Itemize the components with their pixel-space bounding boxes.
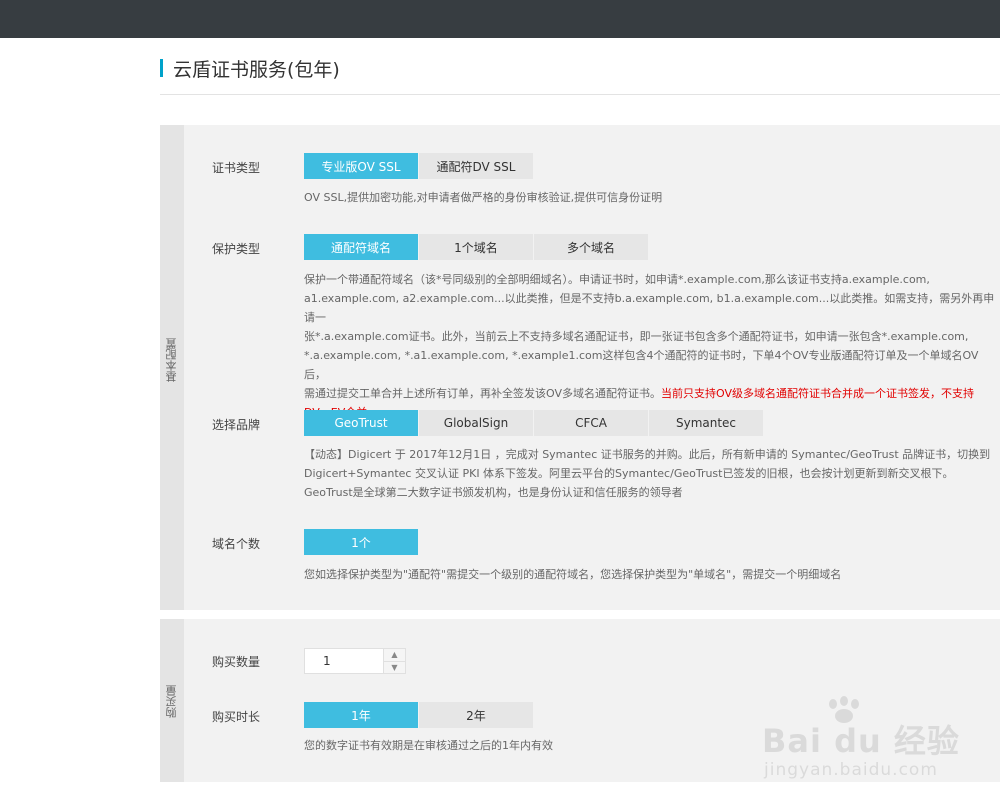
basic-config-section: 基本配置 证书类型 专业版OV SSL 通配符DV SSL OV SSL,提供加… (160, 125, 1000, 610)
title-accent-bar (160, 59, 163, 77)
decrement-icon[interactable]: ▼ (384, 660, 405, 674)
quantity-input[interactable]: 1 (305, 649, 383, 673)
protect-type-options: 通配符域名 1个域名 多个域名 (304, 234, 649, 260)
cert-type-options: 专业版OV SSL 通配符DV SSL (304, 153, 534, 179)
desc-line: 需通过提交工单合并上述所有订单，再补全签发该OV多域名通配符证书。当前只支持OV… (304, 384, 1000, 403)
desc-line: 【动态】Digicert 于 2017年12月1日 ，完成对 Symantec … (304, 448, 991, 461)
desc-line: GeoTrust是全球第二大数字证书颁发机构，也是身份认证和信任服务的领导者 (304, 486, 683, 499)
brand-option-symantec[interactable]: Symantec (649, 410, 764, 436)
protect-type-option-multi[interactable]: 多个域名 (534, 234, 649, 260)
increment-icon[interactable]: ▲ (384, 649, 405, 661)
quantity-label: 购买数量 (212, 655, 261, 669)
desc-line: 张*.a.example.com证书。此外，当前云上不支持多域名通配证书，即一张… (304, 330, 969, 343)
domain-count-options: 1个 (304, 529, 419, 555)
desc-line: 保护一个带通配符域名（该*号同级别的全部明细域名）。申请证书时，如申请*.exa… (304, 273, 930, 286)
baidu-jingyan-watermark: Bai du 经验 jingyan.baidu.com (762, 696, 998, 786)
quantity-stepper[interactable]: 1 ▲ ▼ (304, 648, 406, 674)
title-divider (160, 94, 1000, 95)
domain-count-description: 您如选择保护类型为"通配符"需提交一个级别的通配符域名，您选择保护类型为"单域名… (304, 568, 842, 581)
section-side-label: 购买量 (165, 685, 178, 718)
warning-text: 当前只支持OV级多域名通配符证书合并成一个证书签发，不支持 (661, 387, 974, 400)
brand-option-globalsign[interactable]: GlobalSign (419, 410, 534, 436)
brand-description: 【动态】Digicert 于 2017年12月1日 ，完成对 Symantec … (304, 445, 1000, 502)
duration-option-1-year[interactable]: 1年 (304, 702, 419, 728)
protect-type-option-wildcard[interactable]: 通配符域名 (304, 234, 419, 260)
top-navigation-bar (0, 0, 1000, 38)
protect-type-option-single[interactable]: 1个域名 (419, 234, 534, 260)
section-side-bar: 购买量 (160, 619, 184, 782)
brand-option-cfca[interactable]: CFCA (534, 410, 649, 436)
page-title-text: 云盾证书服务(包年) (173, 58, 340, 81)
desc-line: *.a.example.com, *.a1.example.com, *.exa… (304, 349, 979, 381)
desc-line: a1.example.com, a2.example.com...以此类推，但是… (304, 292, 995, 324)
cert-type-option-dv[interactable]: 通配符DV SSL (419, 153, 534, 179)
page-title: 云盾证书服务(包年) (160, 56, 340, 81)
domain-count-label: 域名个数 (212, 537, 261, 551)
cert-type-description: OV SSL,提供加密功能,对申请者做严格的身份审核验证,提供可信身份证明 (304, 191, 663, 204)
brand-options: GeoTrust GlobalSign CFCA Symantec (304, 410, 764, 436)
stepper-arrows: ▲ ▼ (383, 649, 405, 673)
protect-type-label: 保护类型 (212, 242, 261, 256)
duration-options: 1年 2年 (304, 702, 534, 728)
protect-type-description: 保护一个带通配符域名（该*号同级别的全部明细域名）。申请证书时，如申请*.exa… (304, 270, 1000, 422)
brand-label: 选择品牌 (212, 418, 261, 432)
duration-option-2-year[interactable]: 2年 (419, 702, 534, 728)
section-side-bar: 基本配置 (160, 125, 184, 610)
desc-line: Digicert+Symantec 交叉认证 PKI 体系下签发。阿里云平台的S… (304, 467, 954, 480)
watermark-url: jingyan.baidu.com (764, 760, 938, 780)
duration-label: 购买时长 (212, 710, 261, 724)
brand-option-geotrust[interactable]: GeoTrust (304, 410, 419, 436)
cert-type-label: 证书类型 (212, 161, 261, 175)
desc-text: 需通过提交工单合并上述所有订单，再补全签发该OV多域名通配符证书。 (304, 387, 661, 400)
cert-type-option-ov[interactable]: 专业版OV SSL (304, 153, 419, 179)
section-side-label: 基本配置 (165, 338, 178, 382)
watermark-logo: Bai du 经验 (762, 722, 960, 760)
domain-count-option-1[interactable]: 1个 (304, 529, 419, 555)
